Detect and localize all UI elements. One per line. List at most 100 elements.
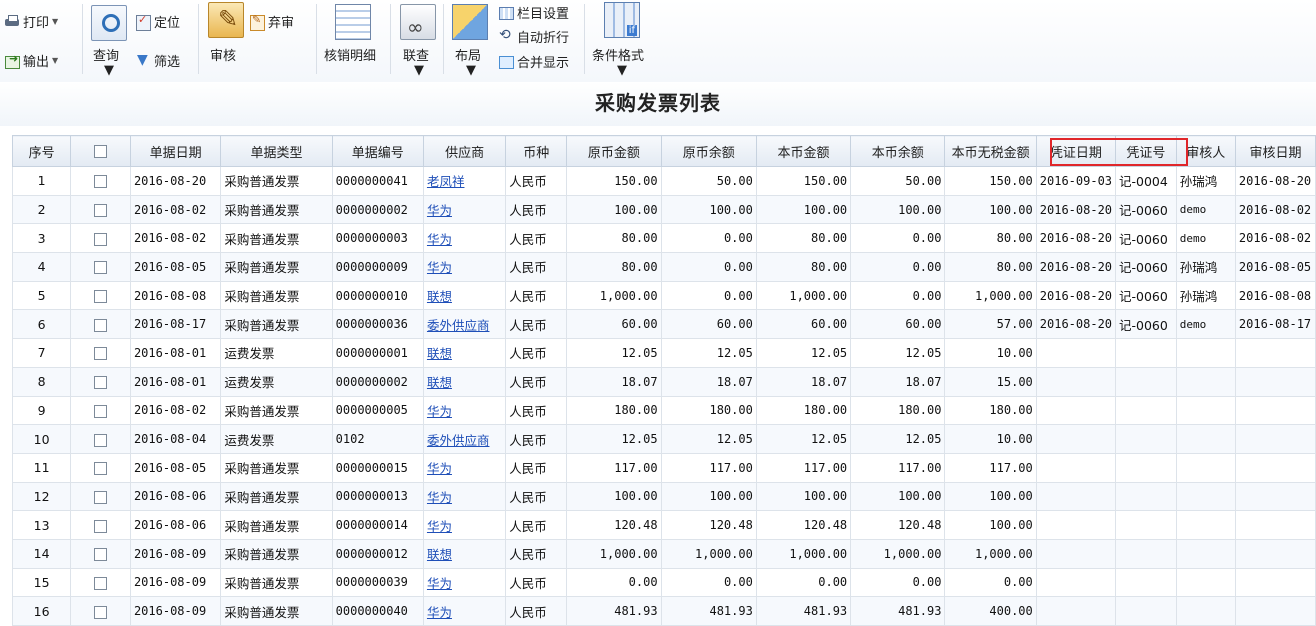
row-checkbox[interactable] <box>94 548 108 562</box>
row-checkbox[interactable] <box>94 462 108 476</box>
supplier-link[interactable]: 华为 <box>427 461 452 476</box>
supplier-link[interactable]: 华为 <box>427 260 452 275</box>
row-checkbox[interactable] <box>94 404 108 418</box>
col-header-orig-balance[interactable]: 原币余额 <box>660 135 757 167</box>
row-checkbox[interactable] <box>94 175 108 189</box>
column-settings-button[interactable]: 栏目设置 <box>498 3 569 22</box>
table-row[interactable]: 1 2016-08-20 采购普通发票 0000000041 老凤祥 人民币 150.00 5… <box>11 166 1316 196</box>
select-all-checkbox[interactable] <box>94 144 108 158</box>
filter-button[interactable]: 筛选 <box>135 51 180 71</box>
col-header-voucher-date[interactable]: 凭证日期 <box>1035 135 1117 167</box>
col-header-local-net-amount[interactable]: 本币无税金额 <box>944 135 1037 167</box>
supplier-link[interactable]: 华为 <box>427 404 452 419</box>
cell-select[interactable] <box>70 252 131 282</box>
row-checkbox[interactable] <box>94 232 108 246</box>
table-row[interactable]: 9 2016-08-02 采购普通发票 0000000005 华为 人民币 180.00 18… <box>11 395 1316 426</box>
cell-supplier: 华为 <box>422 223 507 254</box>
row-checkbox[interactable] <box>94 204 108 218</box>
supplier-link[interactable]: 华为 <box>427 232 452 247</box>
col-header-select[interactable] <box>70 135 131 167</box>
row-checkbox[interactable] <box>94 290 108 304</box>
cell-select[interactable] <box>70 481 131 512</box>
row-checkbox[interactable] <box>94 347 108 361</box>
col-header-doc-no[interactable]: 单据编号 <box>331 135 424 167</box>
row-checkbox[interactable] <box>94 318 108 332</box>
cell-select[interactable] <box>70 596 131 626</box>
cell-select[interactable] <box>70 223 131 254</box>
col-header-doc-type[interactable]: 单据类型 <box>220 135 333 167</box>
cell-select[interactable] <box>70 280 131 311</box>
cell-select[interactable] <box>70 452 131 483</box>
row-checkbox[interactable] <box>94 490 108 504</box>
cell-select[interactable] <box>70 166 131 196</box>
supplier-link[interactable]: 华为 <box>427 576 452 591</box>
row-checkbox[interactable] <box>94 576 108 590</box>
cell-audit-date <box>1234 481 1316 512</box>
col-header-seq[interactable]: 序号 <box>11 135 72 167</box>
col-header-doc-date[interactable]: 单据日期 <box>129 135 222 167</box>
cell-select[interactable] <box>70 538 131 569</box>
col-header-voucher-no[interactable]: 凭证号 <box>1115 135 1177 167</box>
cell-select[interactable] <box>70 366 131 397</box>
col-header-orig-amount[interactable]: 原币金额 <box>566 135 662 167</box>
table-row[interactable]: 11 2016-08-05 采购普通发票 0000000015 华为 人民币 117.00 1… <box>11 452 1316 483</box>
row-checkbox[interactable] <box>94 433 108 447</box>
row-checkbox[interactable] <box>94 519 108 533</box>
page-title: 采购发票列表 <box>595 91 721 115</box>
cell-supplier: 联想 <box>422 280 507 311</box>
cell-orig-amount: 481.93 <box>566 596 662 626</box>
table-row[interactable]: 16 2016-08-09 采购普通发票 0000000040 华为 人民币 481.93 4… <box>11 596 1316 626</box>
supplier-link[interactable]: 联想 <box>427 289 452 304</box>
supplier-link[interactable]: 联想 <box>427 547 452 562</box>
col-header-local-balance[interactable]: 本币余额 <box>850 135 946 167</box>
supplier-link[interactable]: 华为 <box>427 490 452 505</box>
table-row[interactable]: 8 2016-08-01 运费发票 0000000002 联想 人民币 18.07 18.07… <box>11 366 1316 397</box>
supplier-link[interactable]: 华为 <box>427 519 452 534</box>
cell-audit-date <box>1234 338 1316 368</box>
cell-local-balance: 120.48 <box>850 510 946 540</box>
supplier-link[interactable]: 联想 <box>427 375 452 390</box>
table-row[interactable]: 14 2016-08-09 采购普通发票 0000000012 联想 人民币 1,000.0… <box>11 538 1316 569</box>
table-row[interactable]: 15 2016-08-09 采购普通发票 0000000039 华为 人民币 0.00 0.0… <box>11 567 1316 598</box>
supplier-link[interactable]: 委外供应商 <box>427 318 490 333</box>
table-row[interactable]: 10 2016-08-04 运费发票 0102 委外供应商 人民币 12.05 12.05 12… <box>11 424 1316 454</box>
table-row[interactable]: 7 2016-08-01 运费发票 0000000001 联想 人民币 12.05 12.05… <box>11 338 1316 368</box>
table-row[interactable]: 4 2016-08-05 采购普通发票 0000000009 华为 人民币 80.00 0.0… <box>11 252 1316 282</box>
cell-supplier: 华为 <box>422 452 507 483</box>
export-button[interactable]: 输出 ▼ <box>4 51 58 70</box>
supplier-link[interactable]: 委外供应商 <box>427 433 490 448</box>
col-header-auditor[interactable]: 审核人 <box>1175 135 1236 167</box>
cell-select[interactable] <box>70 424 131 454</box>
cell-select[interactable] <box>70 338 131 368</box>
supplier-link[interactable]: 华为 <box>427 605 452 620</box>
supplier-link[interactable]: 华为 <box>427 203 452 218</box>
locate-button[interactable]: 定位 <box>135 12 180 31</box>
cell-seq: 10 <box>11 424 72 454</box>
supplier-link[interactable]: 联想 <box>427 346 452 361</box>
cell-select[interactable] <box>70 510 131 540</box>
col-header-local-amount[interactable]: 本币金额 <box>755 135 852 167</box>
discard-audit-button[interactable]: 弃审 <box>249 12 294 31</box>
print-button[interactable]: 打印 ▼ <box>4 12 58 31</box>
table-row[interactable]: 3 2016-08-02 采购普通发票 0000000003 华为 人民币 80.00 0.0… <box>11 223 1316 254</box>
cell-select[interactable] <box>70 395 131 426</box>
col-header-supplier[interactable]: 供应商 <box>422 135 507 167</box>
table-row[interactable]: 5 2016-08-08 采购普通发票 0000000010 联想 人民币 1,000.00… <box>11 280 1316 311</box>
table-row[interactable]: 13 2016-08-06 采购普通发票 0000000014 华为 人民币 120.48 1… <box>11 510 1316 540</box>
merge-display-button[interactable]: 合并显示 <box>498 52 569 71</box>
table-row[interactable]: 2 2016-08-02 采购普通发票 0000000002 华为 人民币 100.00 10… <box>11 194 1316 225</box>
supplier-link[interactable]: 老凤祥 <box>427 174 465 189</box>
col-header-currency[interactable]: 币种 <box>505 135 568 167</box>
auto-wrap-button[interactable]: 自动折行 <box>498 27 569 47</box>
row-checkbox[interactable] <box>94 605 108 619</box>
cell-select[interactable] <box>70 194 131 225</box>
cell-select[interactable] <box>70 567 131 598</box>
table-row[interactable]: 6 2016-08-17 采购普通发票 0000000036 委外供应商 人民币 60.00… <box>11 309 1316 340</box>
row-checkbox[interactable] <box>94 261 108 275</box>
cell-select[interactable] <box>70 309 131 340</box>
col-header-audit-date[interactable]: 审核日期 <box>1234 135 1316 167</box>
table-row[interactable]: 12 2016-08-06 采购普通发票 0000000013 华为 人民币 100.00 1… <box>11 481 1316 512</box>
cell-doc-no: 0000000014 <box>331 510 424 540</box>
cell-voucher-no <box>1115 567 1177 598</box>
row-checkbox[interactable] <box>94 376 108 390</box>
